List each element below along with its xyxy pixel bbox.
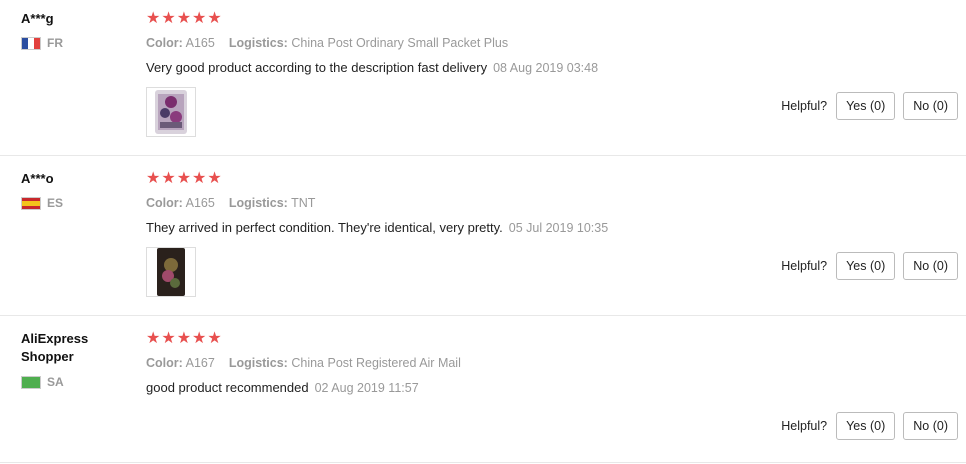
- review-item: AliExpress Shopper SA ★★★★★ Color: A167 L…: [0, 316, 966, 463]
- sku-info: Color: A165 Logistics: China Post Ordinar…: [146, 34, 846, 52]
- spain-flag-icon: [21, 196, 41, 210]
- helpful-controls: Helpful? Yes (0) No (0): [781, 92, 958, 120]
- logistics-value: China Post Registered Air Mail: [291, 356, 461, 370]
- helpful-label: Helpful?: [781, 99, 828, 113]
- france-flag-icon: [21, 36, 41, 50]
- logistics-value: China Post Ordinary Small Packet Plus: [291, 36, 509, 50]
- helpful-label: Helpful?: [781, 259, 828, 273]
- review-body: ★★★★★ Color: A167 Logistics: China Post R…: [146, 330, 846, 398]
- helpful-label: Helpful?: [781, 419, 828, 433]
- logistics-label: Logistics:: [228, 356, 288, 370]
- review-body: ★★★★★ Color: A165 Logistics: China Post O…: [146, 10, 846, 137]
- color-label: Color:: [146, 356, 183, 370]
- review-date: 08 Aug 2019 03:48: [493, 61, 599, 75]
- review-photo-thumbnail[interactable]: [146, 87, 196, 137]
- color-value: A167: [185, 356, 215, 370]
- reviewer-country: FR: [21, 36, 131, 50]
- logistics-label: Logistics:: [228, 36, 288, 50]
- review-content: Very good product according to the descr…: [146, 58, 846, 78]
- star-rating: ★★★★★: [146, 170, 223, 187]
- review-content: good product recommended 02 Aug 2019 11:5…: [146, 378, 846, 398]
- review-text: good product recommended: [146, 380, 309, 395]
- helpful-controls: Helpful? Yes (0) No (0): [781, 412, 958, 440]
- helpful-yes-button[interactable]: Yes (0): [836, 92, 896, 120]
- review-content: They arrived in perfect condition. They'…: [146, 218, 846, 238]
- review-date: 05 Jul 2019 10:35: [508, 221, 609, 235]
- color-value: A165: [185, 196, 215, 210]
- color-label: Color:: [146, 36, 183, 50]
- logistics-value: TNT: [291, 196, 316, 210]
- sku-info: Color: A165 Logistics: TNT: [146, 194, 846, 212]
- reviewer-info: A***o ES: [21, 170, 131, 210]
- helpful-no-button[interactable]: No (0): [903, 92, 958, 120]
- reviewer-country: ES: [21, 196, 131, 210]
- review-text: They arrived in perfect condition. They'…: [146, 220, 503, 235]
- phone-case-photo: [157, 248, 185, 296]
- helpful-no-button[interactable]: No (0): [903, 412, 958, 440]
- review-body: ★★★★★ Color: A165 Logistics: TNT They arr…: [146, 170, 846, 297]
- logistics-label: Logistics:: [228, 196, 288, 210]
- country-code: FR: [47, 36, 63, 50]
- review-date: 02 Aug 2019 11:57: [314, 381, 419, 395]
- star-rating: ★★★★★: [146, 10, 223, 27]
- star-rating: ★★★★★: [146, 330, 223, 347]
- reviewer-info: AliExpress Shopper SA: [21, 330, 121, 389]
- review-item: A***g FR ★★★★★ Color: A165 Logistics: Chi…: [0, 0, 966, 156]
- helpful-yes-button[interactable]: Yes (0): [836, 252, 896, 280]
- color-label: Color:: [146, 196, 183, 210]
- saudi-arabia-flag-icon: [21, 375, 41, 389]
- country-code: ES: [47, 196, 64, 210]
- reviewer-country: SA: [21, 375, 121, 389]
- review-photo-thumbnail[interactable]: [146, 247, 196, 297]
- helpful-yes-button[interactable]: Yes (0): [836, 412, 896, 440]
- review-text: Very good product according to the descr…: [146, 60, 488, 75]
- reviewer-info: A***g FR: [21, 10, 131, 50]
- helpful-no-button[interactable]: No (0): [903, 252, 958, 280]
- phone-case-photo: [155, 90, 187, 134]
- reviewer-name: A***g: [21, 11, 54, 26]
- country-code: SA: [47, 375, 64, 389]
- color-value: A165: [185, 36, 215, 50]
- helpful-controls: Helpful? Yes (0) No (0): [781, 252, 958, 280]
- reviewer-name: A***o: [21, 171, 54, 186]
- sku-info: Color: A167 Logistics: China Post Registe…: [146, 354, 846, 372]
- reviewer-name: AliExpress Shopper: [21, 331, 89, 364]
- review-item: A***o ES ★★★★★ Color: A165 Logistics: TNT…: [0, 156, 966, 316]
